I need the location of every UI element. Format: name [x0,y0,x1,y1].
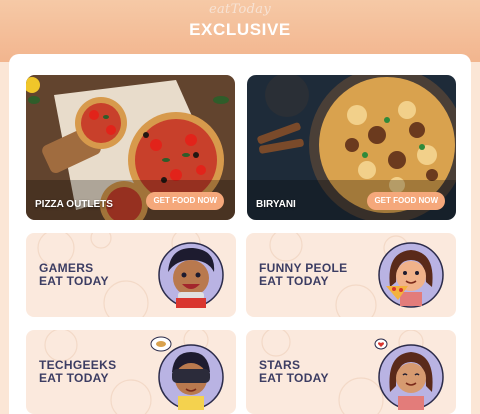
biryani-label: BIRYANI [256,199,296,210]
funny-people-category-card[interactable]: FUNNY PEOLE EAT TODAY [246,233,456,317]
get-food-now-button[interactable]: GET FOOD NOW [367,192,445,210]
gamer-avatar-icon [158,242,224,308]
category-line2: EAT TODAY [259,274,329,288]
biryani-card[interactable]: BIRYANI GET FOOD NOW [247,75,456,220]
page-title: EXCLUSIVE [189,20,291,39]
header: eatToday EXCLUSIVE [0,0,480,62]
techgeeks-category-card[interactable]: TECHGEEKS EAT TODAY [26,330,236,414]
pizza-girl-avatar-icon [378,242,444,308]
category-line2: EAT TODAY [39,371,109,385]
category-line2: EAT TODAY [259,371,329,385]
pizza-outlets-label: PIZZA OUTLETS [35,199,113,210]
get-food-now-button[interactable]: GET FOOD NOW [146,192,224,210]
brand-logo: eatToday [209,2,271,17]
vr-headset-avatar-icon [158,344,224,410]
heart-icon [374,338,388,350]
pizza-outlets-card[interactable]: PIZZA OUTLETS GET FOOD NOW [26,75,235,220]
category-label: TECHGEEKS EAT TODAY [39,359,116,385]
gamers-category-card[interactable]: GAMERS EAT TODAY [26,233,236,317]
category-line2: EAT TODAY [39,274,109,288]
category-label: FUNNY PEOLE EAT TODAY [259,262,347,288]
stars-category-card[interactable]: STARS EAT TODAY [246,330,456,414]
category-label: STARS EAT TODAY [259,359,329,385]
food-thought-bubble-icon [150,336,172,352]
star-girl-avatar-icon [378,344,444,410]
category-label: GAMERS EAT TODAY [39,262,109,288]
